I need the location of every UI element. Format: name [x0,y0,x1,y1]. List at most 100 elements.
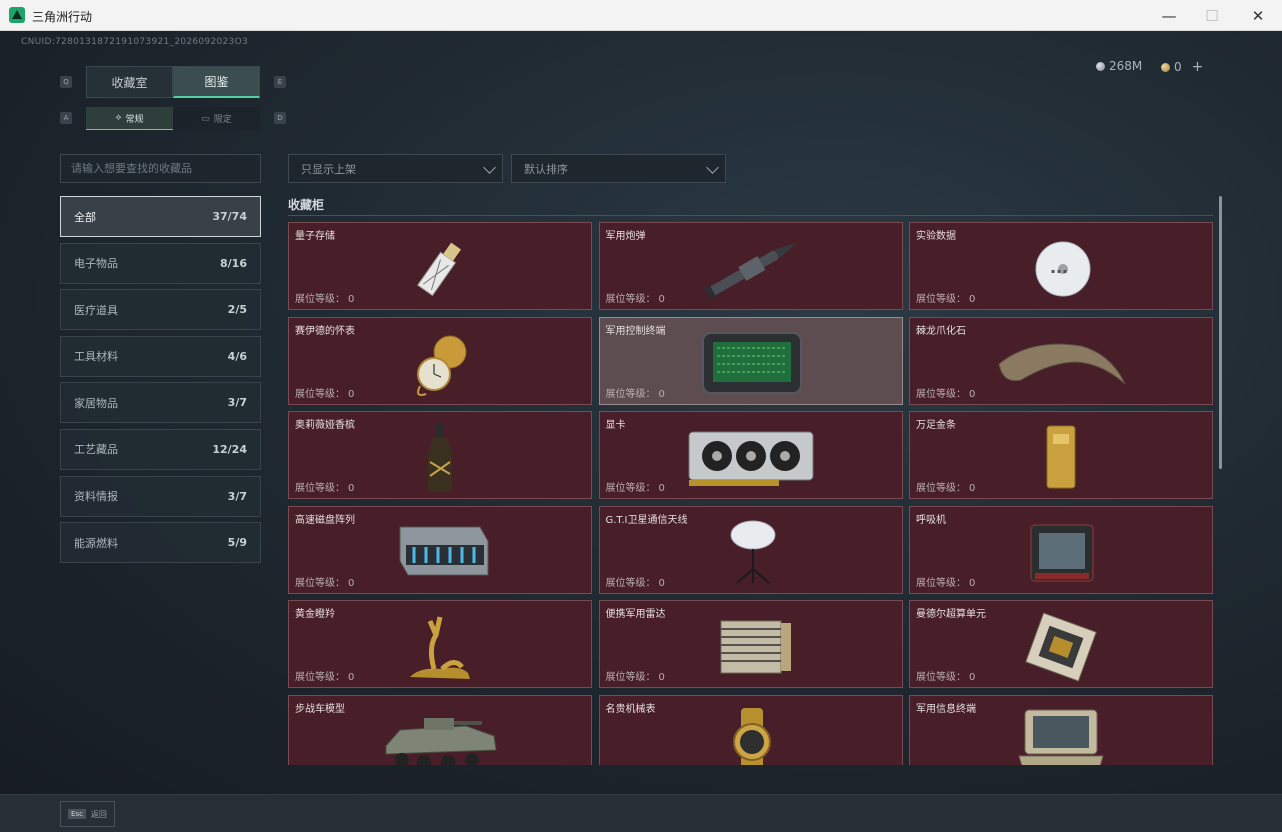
collection-card[interactable]: 便携军用雷达展位等级： 0 [598,600,903,688]
item-name: 曼德尔超算单元 [916,609,986,620]
item-level: 展位等级： 0 [606,479,665,494]
close-button[interactable]: ✕ [1235,0,1281,31]
item-name: 名贵机械表 [605,703,656,715]
tab-encyclopedia[interactable]: 图鉴 [173,66,260,98]
satellite-dish-icon [681,517,821,589]
category-medical[interactable]: 医疗道具 2/5 [60,289,261,331]
collection-card[interactable]: 军用控制终端 展位等级： 0 [598,316,903,405]
regular-icon: ⟡ [115,113,122,123]
category-energy[interactable]: 能源燃料 5/9 [60,522,261,564]
main-tabs: 收藏室 图鉴 [86,66,260,98]
level-value: 0 [969,577,976,589]
key-hint-q: Q [60,76,72,88]
minimize-button[interactable]: — [1146,0,1192,31]
collection-card[interactable]: 名贵机械表 [598,694,903,765]
sort-value: 默认排序 [524,162,568,176]
level-value: 0 [348,672,355,683]
key-hint-e: E [274,76,286,88]
collection-card[interactable]: G.T.I卫星通信天线 展位等级： 0 [598,505,903,594]
category-electronics[interactable]: 电子物品 8/16 [60,242,261,284]
item-level: 展位等级： 0 [606,290,665,305]
uid-label: CNUID:7280131872191073921_2026092023O3 [21,37,248,47]
collection-card[interactable]: 曼德尔超算单元 展位等级： 0 [909,600,1213,688]
collection-card[interactable]: 万足金条 展位等级： 0 [909,411,1213,499]
category-intel[interactable]: 资料情报 3/7 [60,475,261,517]
collection-card[interactable]: 军用信息终端 [909,694,1213,765]
level-label: 展位等级： [916,577,966,589]
ifv-model-icon [370,706,510,765]
category-household[interactable]: 家居物品 3/7 [60,382,261,424]
category-all[interactable]: 全部 37/74 [60,196,261,237]
level-value: 0 [658,483,665,494]
subtab-regular-label: 常规 [125,114,144,125]
grid-scrollbar[interactable] [1219,196,1222,469]
category-crafts[interactable]: 工艺藏品 12/24 [60,428,261,470]
collection-card[interactable]: 黄金瞪羚 展位等级： 0 [288,600,592,688]
gold-amount: 0 [1174,60,1182,74]
collection-card[interactable]: 军用炮弹展位等级： 0 [598,222,903,310]
cpu-icon [991,611,1131,683]
collection-grid: 量子存储 展位等级： 0 军用炮弹 展位等级： 0 实验数据 ▪ ▪ ▪ 展位等级： 0 赛伊德的怀… [288,222,1213,765]
item-name: 军用炮弹 [605,231,646,242]
level-value: 0 [969,388,976,400]
silver-coin-icon [1096,61,1105,71]
item-name: 便携军用雷达 [605,609,666,620]
item-level: 展位等级： 0 [606,385,665,400]
item-level: 展位等级： 0 [606,668,665,683]
level-value: 0 [658,388,665,400]
collection-grid-viewport: 量子存储 展位等级： 0 军用炮弹 展位等级： 0 实验数据 ▪ ▪ ▪ 展位等级： 0 赛伊德的怀… [288,222,1213,765]
level-label: 展位等级： [605,483,656,494]
item-level: 展位等级： 0 [295,479,354,494]
info-terminal-icon [991,706,1131,765]
pocket-watch-icon [370,328,510,400]
collection-card[interactable]: 高速磁盘阵列 展位等级： 0 [288,505,592,594]
level-label: 展位等级： [605,672,656,683]
control-terminal-icon [681,328,821,400]
shelf-filter-dropdown[interactable]: 只显示上架 [288,154,503,183]
level-label: 展位等级： [605,294,656,305]
level-value: 0 [658,294,665,305]
item-name: 棘龙爪化石 [916,325,966,337]
search-input[interactable] [60,154,261,183]
item-name: 军用控制终端 [605,325,666,337]
category-count: 8/16 [220,256,247,270]
category-list: 全部 37/74 电子物品 8/16 医疗道具 2/5 工具材料 4/6 家居物品 3/7… [60,196,261,569]
shell-icon [681,233,821,305]
level-label: 展位等级： [295,294,345,305]
subtab-regular[interactable]: ⟡ 常规 [86,107,173,130]
level-value: 0 [658,577,665,589]
level-value: 0 [969,483,976,494]
maximize-button[interactable]: ☐ [1189,0,1235,31]
collection-card[interactable]: 步战车模型 [288,694,592,765]
collection-card[interactable]: 奥莉薇娅香槟 展位等级： 0 [288,411,592,499]
chevron-down-icon [483,161,496,174]
graphics-card-icon [681,422,821,494]
item-level: 展位等级： 0 [295,668,354,683]
category-tools[interactable]: 工具材料 4/6 [60,335,261,377]
collection-card[interactable]: 赛伊德的怀表 展位等级： 0 [288,316,592,405]
back-button[interactable]: Esc 返回 [60,801,115,827]
level-value: 0 [969,294,976,305]
subtab-limited[interactable]: ▭ 限定 [173,107,260,130]
item-name: 实验数据 [916,231,956,242]
collection-card[interactable]: 呼吸机 展位等级： 0 [909,505,1213,594]
item-name: 赛伊德的怀表 [295,325,355,337]
claw-fossil-icon [991,328,1131,400]
add-currency-button[interactable]: + [1192,59,1204,75]
item-name: 步战车模型 [295,703,345,715]
collection-card[interactable]: 实验数据 ▪ ▪ ▪ 展位等级： 0 [909,222,1213,310]
section-title: 收藏柜 [288,198,325,212]
silver-currency: 268M [1096,59,1142,73]
collection-card[interactable]: 棘龙爪化石 展位等级： 0 [909,316,1213,405]
item-level: 展位等级： 0 [916,290,975,305]
tab-collection-room[interactable]: 收藏室 [86,66,173,98]
collection-card[interactable]: 显卡展位等级： 0 [598,411,903,499]
collection-card[interactable]: 量子存储 展位等级： 0 [288,222,592,310]
category-count: 2/5 [227,303,247,317]
item-name: 高速磁盘阵列 [295,514,355,526]
category-label: 工具材料 [74,350,118,364]
sort-dropdown[interactable]: 默认排序 [511,154,726,183]
item-name: 显卡 [605,420,626,431]
category-label: 电子物品 [74,257,118,271]
level-value: 0 [348,388,355,400]
